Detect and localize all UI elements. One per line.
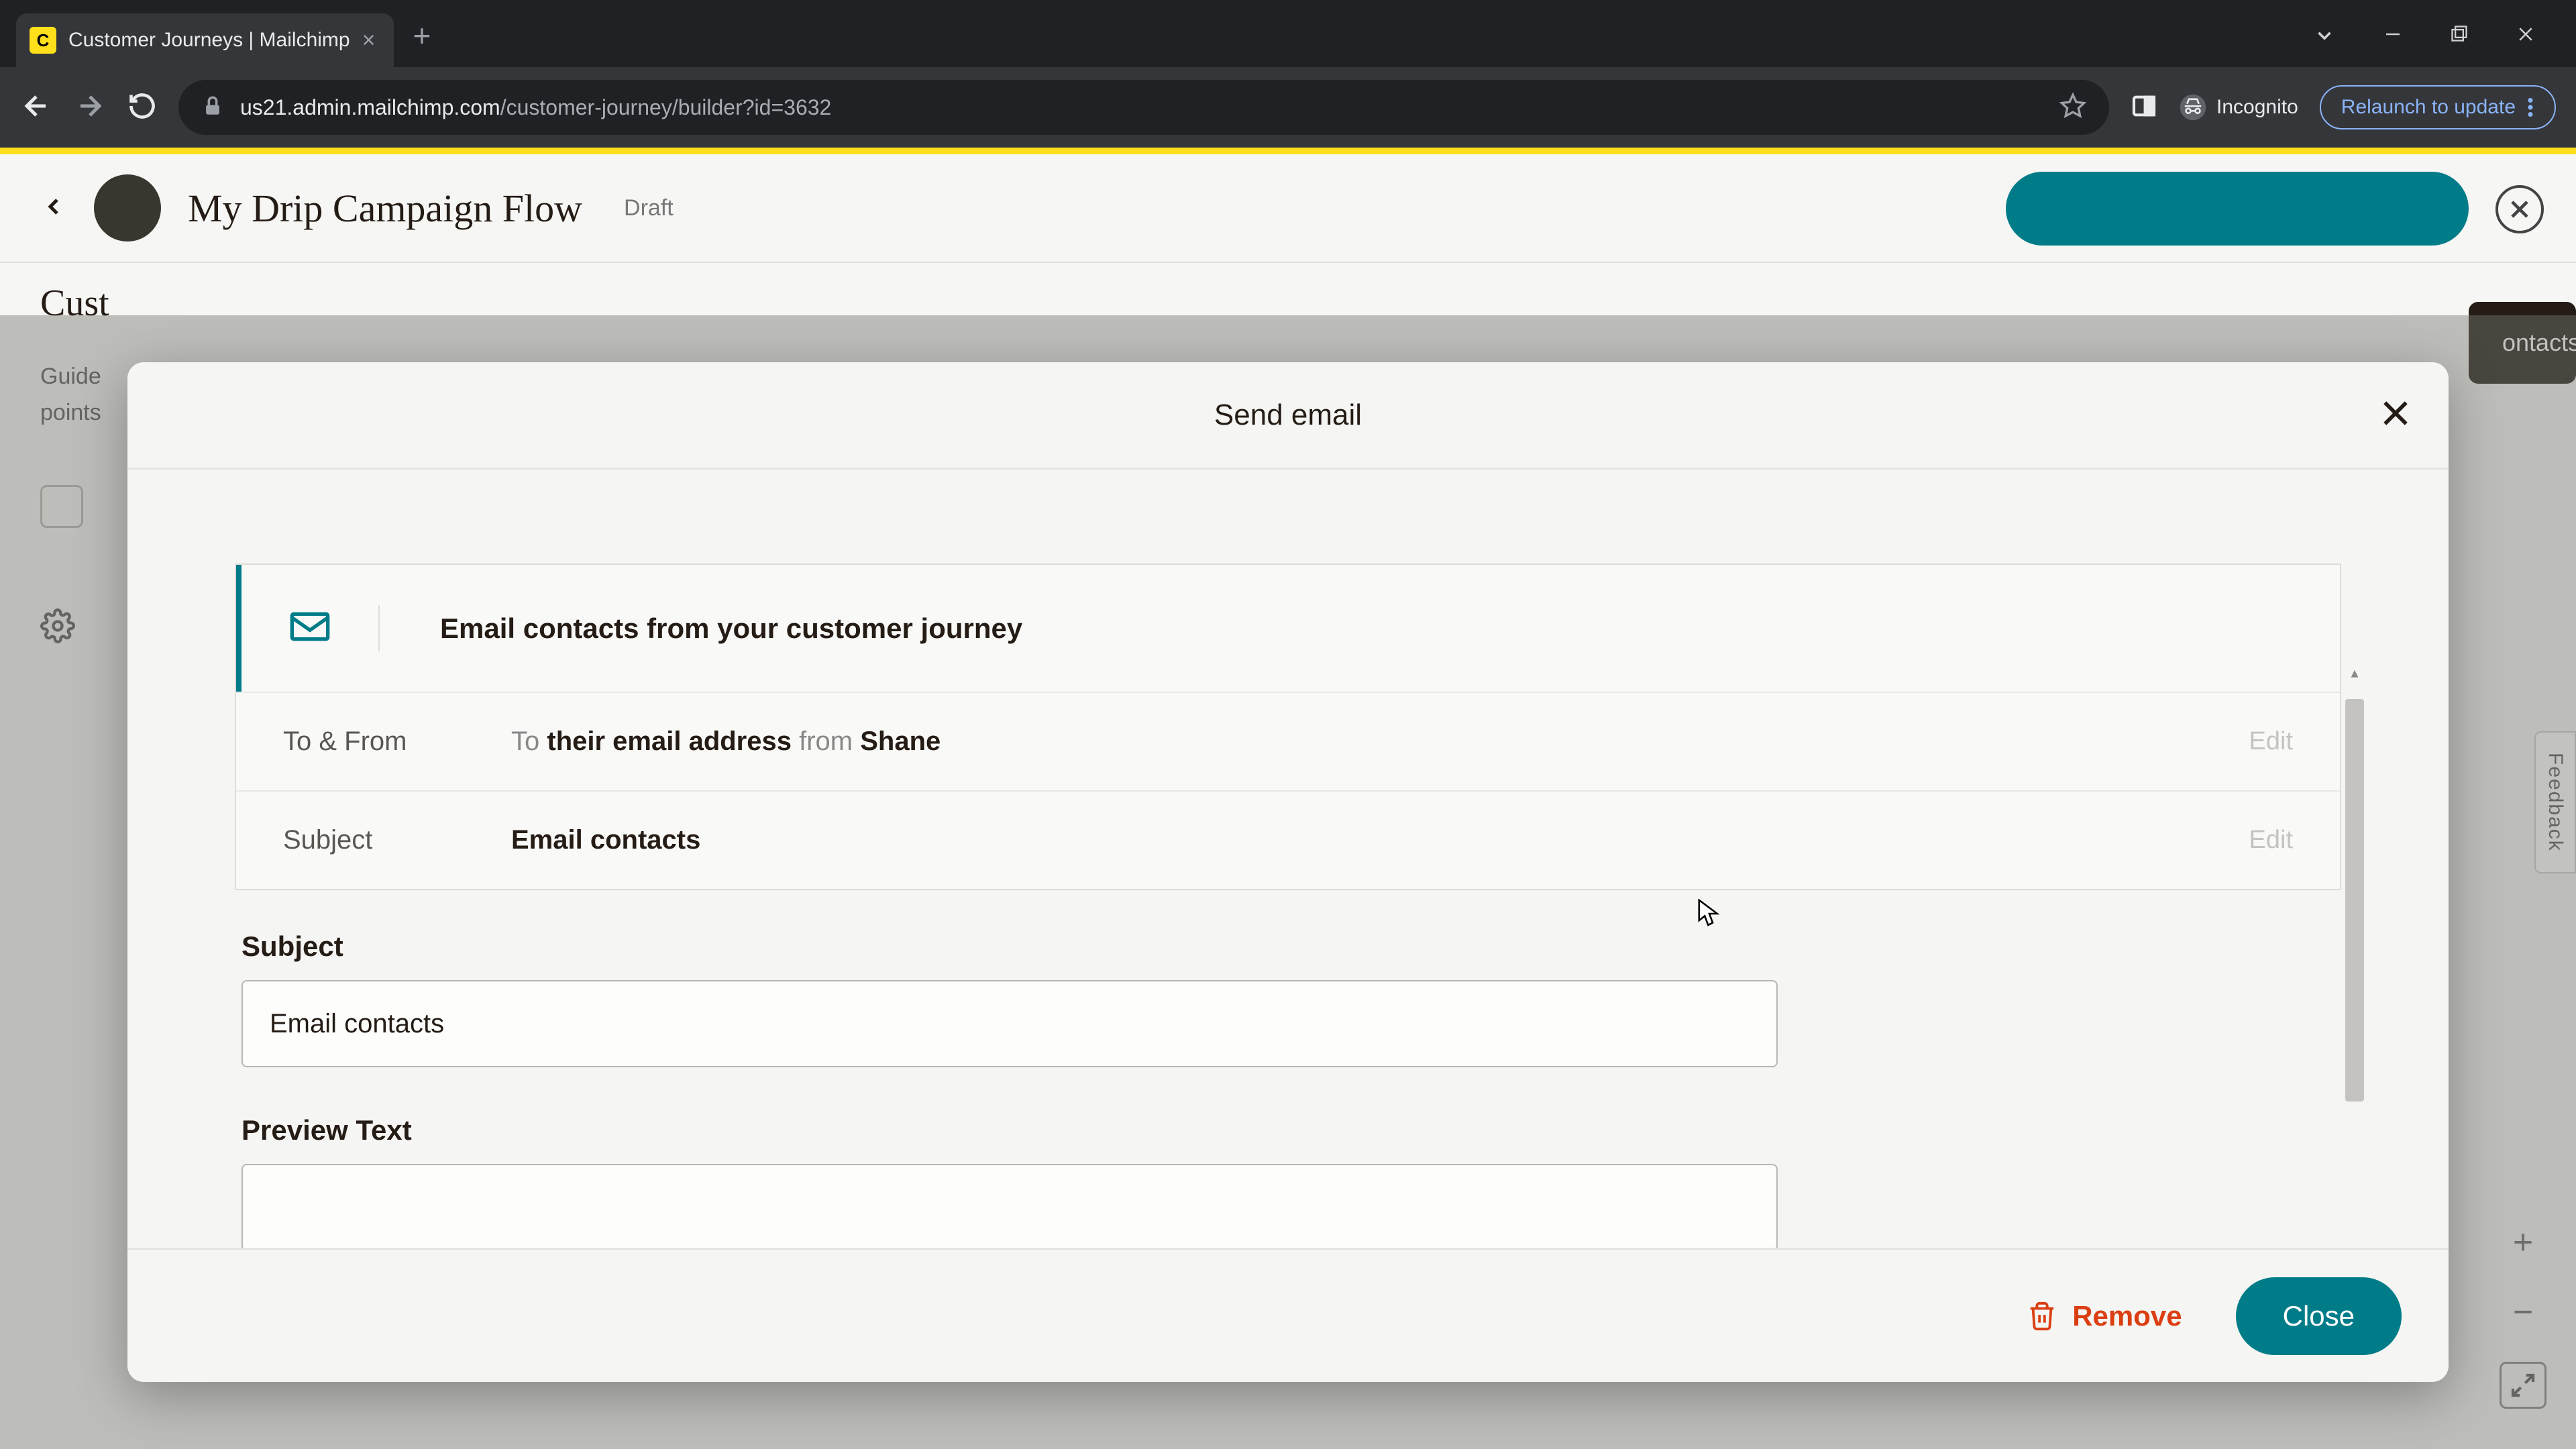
page-close-button[interactable] [2496,185,2544,233]
subject-form: Subject Preview Text [235,930,2341,1248]
browser-toolbar: us21.admin.mailchimp.com/customer-journe… [0,67,2576,148]
window-close-icon[interactable] [2516,24,2536,47]
scrollbar-up-icon[interactable]: ▴ [2345,661,2364,684]
back-chevron-icon[interactable] [40,193,67,223]
preview-field-label: Preview Text [241,1114,2334,1146]
email-config-card: Email contacts from your customer journe… [235,564,2341,890]
subject-input[interactable] [241,980,1778,1067]
accent-bar [0,148,2576,154]
banner-text: Email contacts from your customer journe… [440,612,1022,645]
scrollbar-thumb[interactable] [2345,699,2364,1102]
nav-forward-button [74,90,106,125]
subject-row: Subject Email contacts Edit [236,790,2340,889]
nav-reload-button[interactable] [127,91,157,124]
subject-field-label: Subject [241,930,2334,963]
subject-edit-link[interactable]: Edit [2249,826,2293,855]
browser-titlebar: C Customer Journeys | Mailchimp × + [0,0,2576,67]
incognito-icon [2179,93,2207,121]
mailchimp-favicon-icon: C [30,27,56,54]
bookmark-star-icon[interactable] [2059,93,2086,123]
card-banner: Email contacts from your customer journe… [236,565,2340,692]
page-content: My Drip Campaign Flow Draft Cust Guide p… [0,148,2576,1449]
to-from-edit-link[interactable]: Edit [2249,727,2293,756]
incognito-label: Incognito [2216,96,2298,119]
more-dots-icon [2526,98,2534,117]
lock-icon[interactable] [201,95,224,121]
preview-text-input[interactable] [241,1164,1778,1248]
modal-footer: Remove Close [127,1248,2449,1382]
page-header: My Drip Campaign Flow Draft [0,154,2576,263]
browser-tab[interactable]: C Customer Journeys | Mailchimp × [16,13,394,67]
trash-icon [2027,1301,2057,1332]
remove-label: Remove [2072,1300,2182,1332]
url-text: us21.admin.mailchimp.com/customer-journe… [240,95,831,120]
journey-title: My Drip Campaign Flow [188,186,582,231]
modal-title: Send email [1214,398,1362,432]
window-maximize-icon[interactable] [2450,24,2469,47]
mail-icon [288,605,380,651]
tab-title: Customer Journeys | Mailchimp [68,29,350,52]
to-from-value: To their email address from Shane [511,727,2249,757]
reading-list-icon[interactable] [2131,93,2157,123]
mailchimp-logo-icon[interactable] [94,174,161,241]
subject-row-value: Email contacts [511,825,2249,855]
modal-close-button[interactable] [2377,395,2414,435]
window-minimize-icon[interactable] [2383,24,2403,47]
inner-scrollbar[interactable]: ▴ [2345,661,2364,1248]
window-controls [2313,24,2576,47]
tab-close-icon[interactable]: × [362,28,376,54]
send-email-modal: Send email Email contacts from your cust… [127,362,2449,1382]
relaunch-button[interactable]: Relaunch to update [2320,85,2556,129]
tabs-dropdown-icon[interactable] [2313,24,2336,47]
turn-on-button[interactable] [2006,172,2469,246]
address-bar[interactable]: us21.admin.mailchimp.com/customer-journe… [178,80,2109,135]
modal-header: Send email [127,362,2449,470]
nav-back-button[interactable] [20,90,52,125]
to-from-row: To & From To their email address from Sh… [236,692,2340,790]
incognito-indicator[interactable]: Incognito [2179,93,2298,121]
status-badge: Draft [624,195,674,221]
new-tab-button[interactable]: + [413,17,431,54]
close-button[interactable]: Close [2236,1277,2402,1355]
subject-row-label: Subject [283,825,511,855]
remove-button[interactable]: Remove [2027,1300,2182,1332]
modal-body[interactable]: Email contacts from your customer journe… [127,470,2449,1248]
to-from-label: To & From [283,727,511,757]
